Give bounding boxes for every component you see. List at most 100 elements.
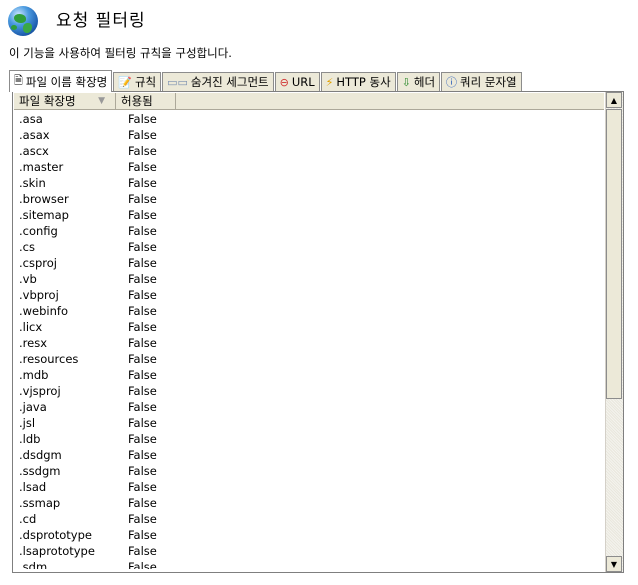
allowed-cell: False [128,272,157,286]
extension-cell: .jsl [19,416,36,430]
allowed-cell: False [128,496,157,510]
table-row[interactable]: .mdb False [14,367,604,383]
extension-cell: .ssmap [19,496,61,510]
allowed-cell: False [128,544,157,558]
extension-cell: .resources [19,352,79,366]
allowed-cell: False [128,368,157,382]
allowed-cell: False [128,560,157,569]
allowed-cell: False [128,128,157,142]
extension-cell: .sitemap [19,208,69,222]
extension-cell: .ascx [19,144,49,158]
extension-cell: .cs [19,240,35,254]
tab-headers[interactable]: ⇩ 헤더 [396,72,441,91]
tab-hidden-segments[interactable]: ▭▭ 숨겨진 세그먼트 [162,72,274,91]
scroll-up-button[interactable]: ▲ [606,92,622,108]
extension-cell: .resx [19,336,48,350]
allowed-cell: False [128,240,157,254]
table-row[interactable]: .csproj False [14,255,604,271]
extension-cell: .lsaprototype [19,544,95,558]
tab-label: HTTP 동사 [336,75,391,89]
list-header: 파일 확장명 ▼ 허용됨 [14,93,604,110]
table-row[interactable]: .ssdgm False [14,463,604,479]
table-row[interactable]: .webinfo False [14,303,604,319]
tab-label: 파일 이름 확장명 [25,74,108,89]
allowed-cell: False [128,112,157,126]
table-row[interactable]: .ssmap False [14,495,604,511]
extension-cell: .java [19,400,47,414]
allowed-cell: False [128,304,157,318]
table-row[interactable]: .cd False [14,511,604,527]
table-row[interactable]: .asa False [14,111,604,127]
extension-cell: .vbproj [19,288,59,302]
allowed-cell: False [128,336,157,350]
extension-cell: .webinfo [19,304,69,318]
tab-label: 규칙 [134,75,157,89]
allowed-cell: False [128,208,157,222]
table-row[interactable]: .asax False [14,127,604,143]
column-header-extension[interactable]: 파일 확장명 ▼ [14,93,116,109]
extension-cell: .mdb [19,368,49,382]
extension-cell: .dsprototype [19,528,92,542]
extension-cell: .asa [19,112,43,126]
url-icon: ⊖ [279,75,289,89]
sort-arrow-icon: ▼ [98,96,105,106]
extension-cell: .master [19,160,64,174]
tab-file-extensions[interactable]: 🗎 파일 이름 확장명 [9,70,113,92]
table-row[interactable]: .resx False [14,335,604,351]
table-row[interactable]: .vbproj False [14,287,604,303]
tab-bar: 🗎 파일 이름 확장명 📝 규칙 ▭▭ 숨겨진 세그먼트 ⊖ URL ⚡ HTT… [9,69,628,92]
extension-cell: .lsad [19,480,47,494]
table-row[interactable]: .browser False [14,191,604,207]
allowed-cell: False [128,512,157,526]
vertical-scrollbar[interactable]: ▲ ▼ [605,92,623,572]
table-row[interactable]: .java False [14,399,604,415]
allowed-cell: False [128,416,157,430]
table-row[interactable]: .lsaprototype False [14,543,604,559]
page-title: 요청 필터링 [56,11,146,31]
table-row[interactable]: .resources False [14,351,604,367]
table-row[interactable]: .vjsproj False [14,383,604,399]
allowed-cell: False [128,528,157,542]
table-row[interactable]: .cs False [14,239,604,255]
tab-label: 헤더 [413,75,436,89]
column-header-allowed[interactable]: 허용됨 [116,93,176,109]
extension-cell: .sdm [19,560,48,569]
extension-cell: .dsdgm [19,448,62,462]
allowed-cell: False [128,464,157,478]
header-icon: ⇩ [401,75,411,89]
table-row[interactable]: .config False [14,223,604,239]
help-icon: ⓘ [446,76,458,89]
allowed-cell: False [128,480,157,494]
extension-cell: .vjsproj [19,384,61,398]
extension-cell: .csproj [19,256,57,270]
table-row[interactable]: .lsad False [14,479,604,495]
table-row[interactable]: .vb False [14,271,604,287]
table-row[interactable]: .licx False [14,319,604,335]
tab-label: 쿼리 문자열 [460,75,517,89]
tab-rules[interactable]: 📝 규칙 [113,72,162,91]
table-row[interactable]: .skin False [14,175,604,191]
table-row[interactable]: .dsdgm False [14,447,604,463]
allowed-cell: False [128,352,157,366]
allowed-cell: False [128,288,157,302]
table-row[interactable]: .sitemap False [14,207,604,223]
table-row[interactable]: .master False [14,159,604,175]
table-row[interactable]: .dsprototype False [14,527,604,543]
file-icon: 🗎 [14,74,23,87]
allowed-cell: False [128,176,157,190]
scroll-thumb[interactable] [606,109,622,399]
table-row[interactable]: .jsl False [14,415,604,431]
extensions-list: 파일 확장명 ▼ 허용됨 .asa False .asax False .ascx Fal… [12,91,624,573]
tab-query-strings[interactable]: ⓘ 쿼리 문자열 [441,72,522,91]
tab-label: 숨겨진 세그먼트 [190,75,269,89]
tab-http-verbs[interactable]: ⚡ HTTP 동사 [320,72,396,91]
allowed-cell: False [128,256,157,270]
extension-cell: .cd [19,512,37,526]
table-row[interactable]: .ascx False [14,143,604,159]
table-row[interactable]: .sdm False [14,559,604,569]
table-row[interactable]: .ldb False [14,431,604,447]
list-rows: .asa False .asax False .ascx False .master Fals… [14,111,604,569]
scroll-down-button[interactable]: ▼ [606,556,622,572]
allowed-cell: False [128,144,157,158]
tab-url[interactable]: ⊖ URL [274,72,320,91]
